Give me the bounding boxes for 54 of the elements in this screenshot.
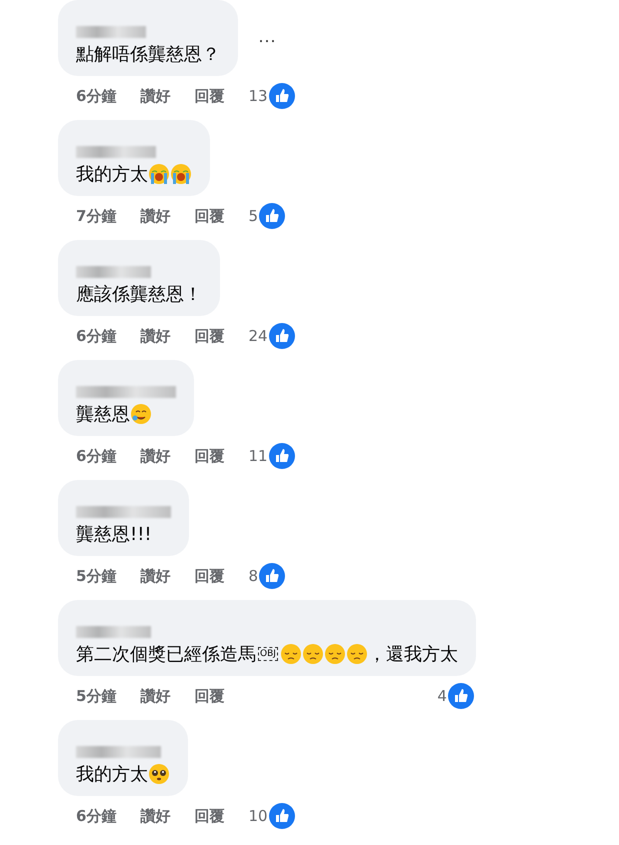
reaction-count: 5 [248,207,258,225]
comment-time: 6分鐘 [76,86,116,106]
comment-time: 5分鐘 [76,686,116,706]
like-icon [448,683,474,709]
like-link[interactable]: 讚好 [140,686,170,706]
like-link[interactable]: 讚好 [140,206,170,226]
tearful-emoji-icon [130,403,152,425]
comment-time: 6分鐘 [76,806,116,826]
comment-text: 我的方太 [76,763,148,786]
like-link[interactable]: 讚好 [140,86,170,106]
crying-emoji-icon [148,163,170,185]
like-icon [268,323,295,349]
object-replacement-glyph: OBJ [258,647,278,661]
like-icon [258,563,285,589]
comment-time: 6分鐘 [76,446,116,466]
comment-text: ，還我方太 [368,643,458,666]
like-link[interactable]: 讚好 [140,326,170,346]
reply-link[interactable]: 回覆 [194,566,224,586]
comment-text: 龔慈恩!!! [76,523,152,546]
pensive-emoji-icon [280,643,302,665]
blurred-name [76,26,146,38]
reply-link[interactable]: 回覆 [194,86,224,106]
reaction-count: 8 [248,567,258,585]
reaction-count: 10 [248,807,268,825]
crying-emoji-icon [170,163,192,185]
reply-link[interactable]: 回覆 [194,686,224,706]
pensive-emoji-icon [324,643,346,665]
reply-link[interactable]: 回覆 [194,206,224,226]
reaction-count: 11 [248,447,268,465]
comment-text: 我的方太 [76,163,148,186]
pensive-emoji-icon [346,643,368,665]
comment-time: 6分鐘 [76,326,116,346]
pensive-emoji-icon [302,643,324,665]
like-link[interactable]: 讚好 [140,566,170,586]
comment-text: 龔慈恩 [76,403,130,426]
like-icon [258,203,285,229]
reaction-count: 13 [248,87,268,105]
like-icon [268,443,295,469]
comment-time: 5分鐘 [76,566,116,586]
comment-time: 7分鐘 [76,206,116,226]
more-button[interactable]: ··· [258,30,276,51]
comment-text: 應該係龔慈恩！ [76,283,202,306]
reaction-count: 24 [248,327,268,345]
like-link[interactable]: 讚好 [140,806,170,826]
pleading-emoji-icon [148,763,170,785]
like-icon [268,83,295,109]
reply-link[interactable]: 回覆 [194,446,224,466]
like-link[interactable]: 讚好 [140,446,170,466]
reaction-count: 4 [437,687,447,705]
reply-link[interactable]: 回覆 [194,326,224,346]
comment-text: 點解唔係龔慈恩？ [76,43,220,66]
like-icon [268,803,295,829]
reply-link[interactable]: 回覆 [194,806,224,826]
comment-text: 第二次個獎已經係造馬 [76,643,256,666]
